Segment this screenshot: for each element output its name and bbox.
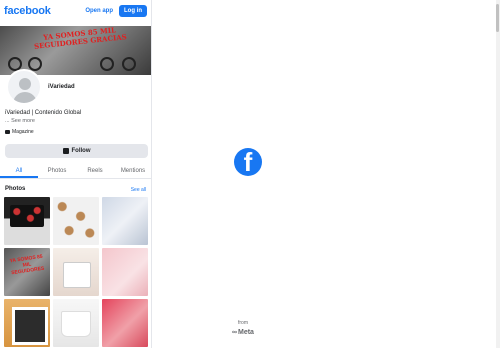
photo-thumbnail[interactable]: YA SOMOS 85 MIL SEGUIDORES [4,248,50,296]
page-description: iVariedad | Contenido Global [5,110,82,116]
photo-thumbnail[interactable] [4,299,50,347]
see-all-link[interactable]: See all [131,187,146,193]
profile-avatar[interactable] [6,69,42,105]
follow-icon [62,148,69,154]
photo-thumbnail[interactable] [102,299,148,347]
bike-wheel-shape [100,57,114,71]
cover-caption: YA SOMOS 85 MIL SEGUIDORES GRACIAS [33,26,128,51]
cover-photo[interactable]: YA SOMOS 85 MIL SEGUIDORES GRACIAS [0,26,151,75]
photo-thumbnail[interactable] [102,248,148,296]
photo-thumbnail[interactable] [53,299,99,347]
mobile-page-panel: facebook Open app Log in YA SOMOS 85 MIL… [0,0,152,348]
facebook-f-icon: f [234,148,262,176]
photo-thumbnail[interactable] [4,197,50,245]
bike-wheel-shape [28,57,42,71]
tab-photos[interactable]: Photos [38,163,76,178]
facebook-logo[interactable]: facebook [4,5,85,17]
avatar-head-shape [19,78,31,90]
photo-thumbnail[interactable] [102,197,148,245]
page-title: iVariedad [48,84,75,90]
photo-thumbnail[interactable] [53,248,99,296]
avatar-body-shape [13,92,37,103]
photo-grid: YA SOMOS 85 MIL SEGUIDORES [4,197,148,347]
photo-caption: YA SOMOS 85 MIL SEGUIDORES [9,253,45,277]
follow-button[interactable]: Follow [5,144,148,158]
scrollbar-thumb[interactable] [496,4,499,32]
meta-brand: ∞ Meta [232,329,254,336]
meta-infinity-icon: ∞ [232,329,237,336]
login-button[interactable]: Log in [119,5,147,17]
top-bar: facebook Open app Log in [0,0,151,22]
open-app-link[interactable]: Open app [85,8,113,14]
follow-label: Follow [71,148,91,154]
meta-label: Meta [238,329,254,336]
tab-reels[interactable]: Reels [76,163,114,178]
content-tabs: All Photos Reels Mentions [0,163,151,179]
photos-heading: Photos [5,186,26,192]
briefcase-icon [5,130,10,134]
tab-all[interactable]: All [0,163,38,178]
category-label: Magazine [12,129,34,135]
photo-thumbnail[interactable] [53,197,99,245]
scrollbar[interactable] [496,0,500,348]
see-more-link[interactable]: ... See more [5,118,35,124]
bike-wheel-shape [122,57,136,71]
page-category: Magazine [5,129,34,135]
tab-mentions[interactable]: Mentions [114,163,151,178]
from-label: from [238,320,248,326]
